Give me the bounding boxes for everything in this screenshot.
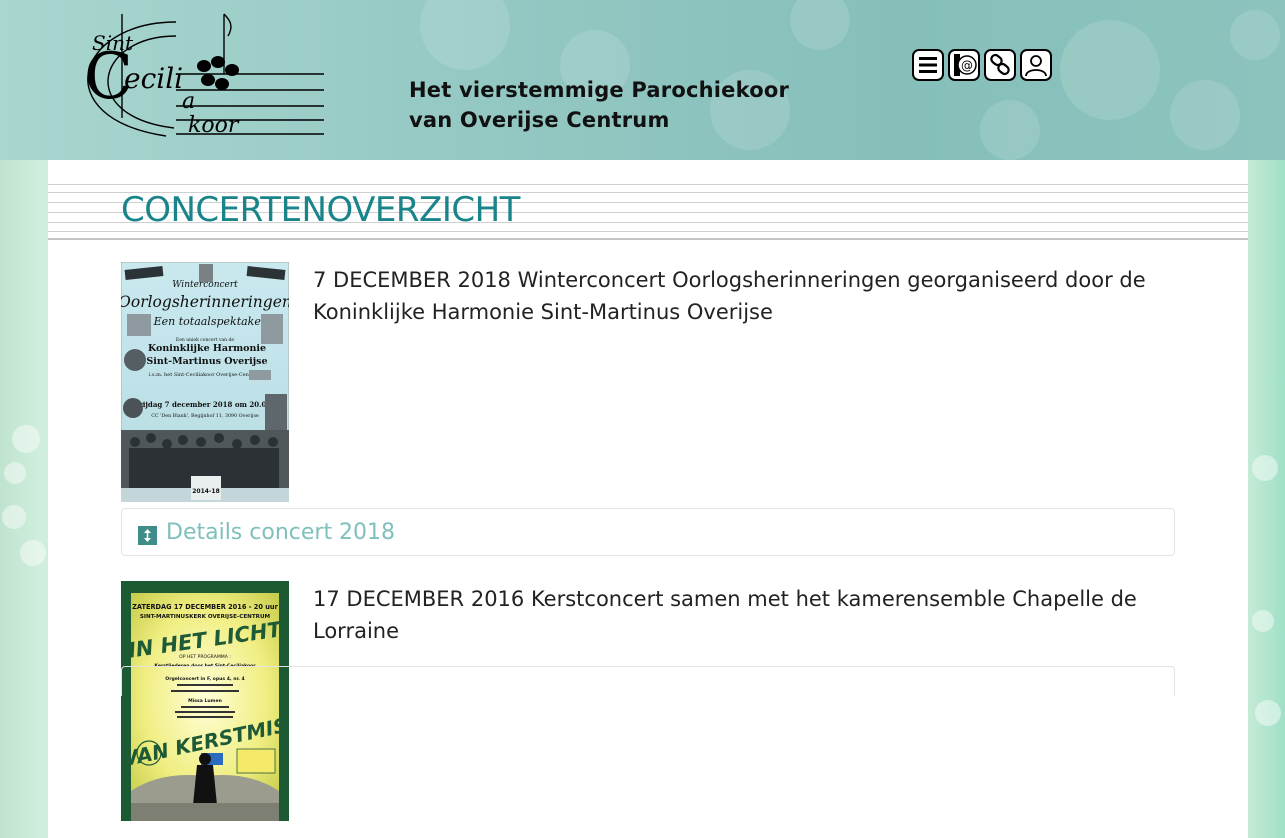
page-title: CONCERTENOVERZICHT xyxy=(121,190,520,230)
concert-title: 17 DECEMBER 2016 Kerstconcert samen met … xyxy=(313,587,1137,643)
background-bubble xyxy=(12,425,40,453)
svg-text:ZATERDAG 17 DECEMBER 2016 - 2: ZATERDAG 17 DECEMBER 2016 - 20 uur xyxy=(132,603,279,611)
svg-text:a: a xyxy=(182,89,195,114)
background-bubble xyxy=(1255,700,1281,726)
svg-text:Oorlogsherinneringen: Oorlogsherinneringen xyxy=(121,293,289,311)
site-header: Sint C ecili a koor Het vierstemmige Par… xyxy=(0,0,1285,160)
details-label: Details concert 2018 xyxy=(166,520,396,545)
concert-poster-2016[interactable]: ZATERDAG 17 DECEMBER 2016 - 20 uur SINT-… xyxy=(121,581,289,821)
link-chain-icon xyxy=(990,53,1010,76)
concert-entry: ZATERDAG 17 DECEMBER 2016 - 20 uur SINT-… xyxy=(121,581,1175,838)
background-bubble xyxy=(1252,455,1278,481)
concert-entry: Winterconcert Oorlogsherinneringen Een t… xyxy=(121,262,1175,562)
svg-text:2014-18: 2014-18 xyxy=(192,488,220,495)
details-toggle[interactable]: Details concert 2018 xyxy=(121,508,1175,556)
svg-text:Koninklijke Harmonie: Koninklijke Harmonie xyxy=(148,343,266,354)
menu-button[interactable] xyxy=(912,49,944,81)
svg-text:OP HET PROGRAMMA :: OP HET PROGRAMMA : xyxy=(179,654,231,660)
expand-toggle-icon xyxy=(138,526,157,545)
sint-cecilia-koor-logo[interactable]: Sint C ecili a koor xyxy=(56,8,328,142)
svg-text:@: @ xyxy=(961,59,973,73)
svg-text:CC 'Den Blank', Begijnhof 11,: CC 'Den Blank', Begijnhof 11, 3090 Overi… xyxy=(151,413,259,419)
svg-text:Winterconcert: Winterconcert xyxy=(172,280,238,290)
menu-icon xyxy=(919,57,937,73)
tagline-line-2: van Overijse Centrum xyxy=(409,108,670,132)
details-toggle[interactable] xyxy=(121,666,1175,696)
svg-text:ecili: ecili xyxy=(124,62,183,95)
background-bubble xyxy=(20,540,46,566)
svg-text:Missa Lumen: Missa Lumen xyxy=(188,698,222,704)
user-login-button[interactable] xyxy=(1020,49,1052,81)
svg-text:Sint-Martinus Overijse: Sint-Martinus Overijse xyxy=(146,356,267,367)
svg-text:Een totaalspektakel: Een totaalspektakel xyxy=(153,315,265,328)
contact-icon: @ xyxy=(954,54,977,76)
svg-text:koor: koor xyxy=(188,113,240,138)
background-bubble xyxy=(4,462,26,484)
main-content: CONCERTENOVERZICHT Winterconcert Oorlogs… xyxy=(48,160,1248,838)
tagline-line-1: Het vierstemmige Parochiekoor xyxy=(409,78,790,102)
links-button[interactable] xyxy=(984,49,1016,81)
concert-poster-2018[interactable]: Winterconcert Oorlogsherinneringen Een t… xyxy=(121,262,289,502)
background-bubble xyxy=(2,505,26,529)
svg-text:i.s.m. het Sint-Ceciliakoor Ov: i.s.m. het Sint-Ceciliakoor Overijse-Cen… xyxy=(149,372,262,378)
svg-text:Vrijdag 7 december 2018 om 20.: Vrijdag 7 december 2018 om 20.00u xyxy=(133,400,277,409)
contact-button[interactable]: @ xyxy=(948,49,980,81)
svg-text:SINT-MARTINUSKERK OVERIJSE-CEN: SINT-MARTINUSKERK OVERIJSE-CENTRUM xyxy=(140,614,271,620)
header-icon-bar: @ xyxy=(912,49,1052,81)
user-icon xyxy=(1025,55,1047,77)
background-bubble xyxy=(1252,610,1274,632)
site-tagline: Het vierstemmige Parochiekoor van Overij… xyxy=(409,75,789,135)
concert-title: 7 DECEMBER 2018 Winterconcert Oorlogsher… xyxy=(313,268,1146,324)
